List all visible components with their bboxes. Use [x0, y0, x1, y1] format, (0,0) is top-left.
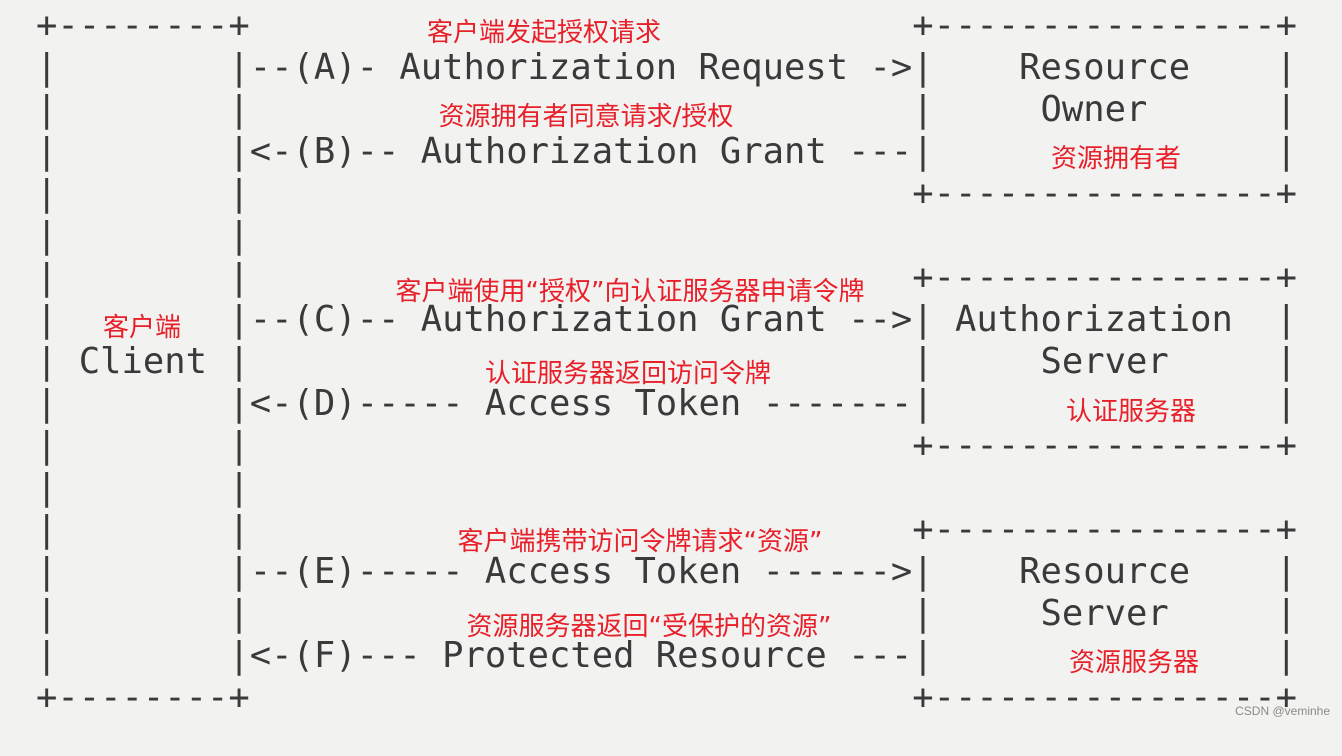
diagram-line: +--------+ +----------------+	[36, 677, 1297, 718]
diagram-line: +--------+ +----------------+	[36, 5, 1297, 46]
annotation-step-d: 认证服务器返回访问令牌	[484, 359, 772, 389]
annotation-step-b: 资源拥有者同意请求/授权	[438, 102, 734, 132]
annotation-step-a: 客户端发起授权请求	[426, 18, 662, 48]
annotation-step-e: 客户端携带访问令牌请求“资源”	[457, 527, 823, 557]
diagram-line: | | +----------------+	[36, 425, 1297, 466]
diagram-line: | |	[36, 467, 250, 508]
watermark: CSDN @veminhe	[1235, 704, 1330, 718]
annotation-resource-owner: 资源拥有者	[1050, 144, 1182, 174]
annotation-step-f: 资源服务器返回“受保护的资源”	[466, 612, 832, 642]
annotation-resource-server: 资源服务器	[1068, 648, 1200, 678]
ascii-diagram: +--------+ +----------------+ | |--(A)- …	[36, 0, 1297, 756]
diagram-line: | |	[36, 215, 250, 256]
diagram-line-step-a: | |--(A)- Authorization Request ->| Reso…	[36, 47, 1297, 88]
diagram-line: | | +----------------+	[36, 173, 1297, 214]
annotation-step-c: 客户端使用“授权”向认证服务器申请令牌	[395, 277, 865, 307]
annotation-authorization-server: 认证服务器	[1065, 397, 1197, 427]
annotation-client: 客户端	[102, 313, 182, 343]
